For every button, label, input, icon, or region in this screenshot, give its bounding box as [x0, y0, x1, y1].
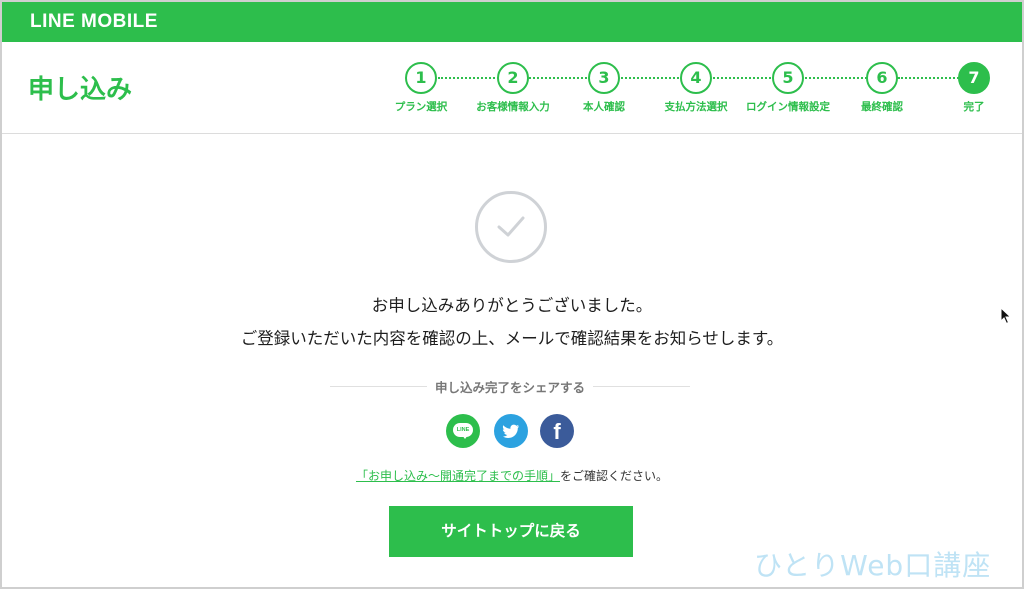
- step-number: 2: [497, 62, 529, 94]
- procedure-link[interactable]: 「お申し込み〜開通完了までの手順」: [356, 469, 560, 483]
- share-section: 申し込み完了をシェアする: [330, 376, 690, 396]
- line-share-button[interactable]: LINE: [446, 414, 480, 448]
- thanks-message: お申し込みありがとうございました。: [371, 296, 653, 315]
- facebook-icon: f: [553, 419, 561, 444]
- facebook-share-button[interactable]: f: [540, 414, 574, 448]
- check-icon: [475, 191, 547, 263]
- cursor-icon: [1000, 307, 1012, 325]
- procedure-suffix: をご確認ください。: [560, 469, 669, 483]
- step-progress: 1 プラン選択 2 お客様情報入力 3 本人確認 4 支払方法選択 5 ログイン…: [2, 42, 1022, 134]
- procedure-note: 「お申し込み〜開通完了までの手順」をご確認ください。: [0, 467, 1024, 484]
- brand-logo[interactable]: LINE MOBILE: [30, 11, 158, 33]
- share-label: 申し込み完了をシェアする: [426, 380, 593, 395]
- step-number: 1: [405, 62, 437, 94]
- step-number: 7: [958, 62, 990, 94]
- confirmation-message: ご登録いただいた内容を確認の上、メールで確認結果をお知らせします。: [240, 329, 784, 348]
- step-header: 申し込み 1 プラン選択 2 お客様情報入力 3 本人確認 4 支払方法選択 5…: [2, 42, 1022, 134]
- twitter-share-button[interactable]: [494, 414, 528, 448]
- twitter-icon: [502, 424, 519, 438]
- step-label: 完了: [963, 101, 985, 113]
- step-number: 4: [680, 62, 712, 94]
- step-7-current: 7 完了: [919, 62, 1024, 114]
- watermark: ひとりWeb口講座: [754, 549, 992, 582]
- top-bar: LINE MOBILE: [2, 2, 1022, 42]
- step-number: 5: [772, 62, 804, 94]
- step-number: 3: [588, 62, 620, 94]
- step-number: 6: [866, 62, 898, 94]
- back-to-top-button[interactable]: サイトトップに戻る: [389, 506, 633, 557]
